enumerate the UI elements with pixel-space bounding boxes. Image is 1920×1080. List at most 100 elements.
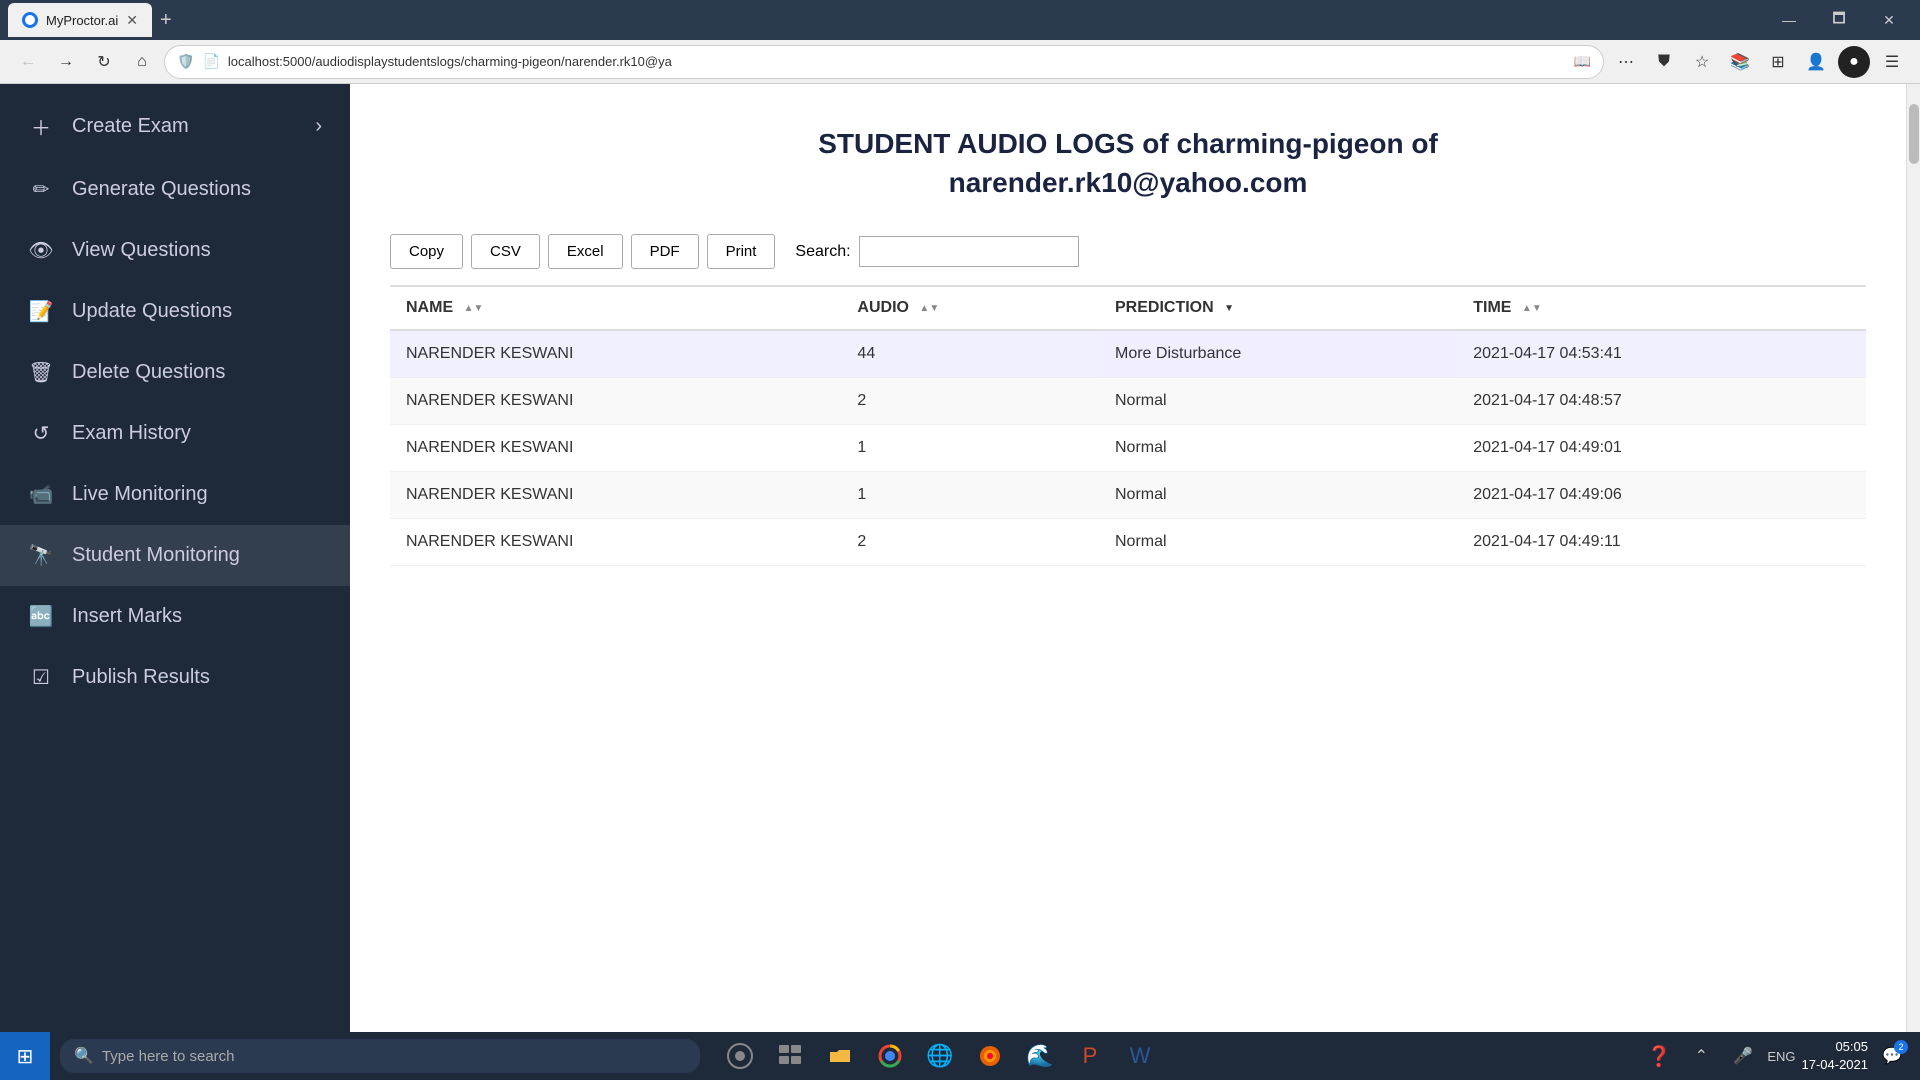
taskbar-notifications-btn[interactable]: 💬 2: [1874, 1038, 1910, 1074]
split-view-icon[interactable]: ⊞: [1762, 46, 1794, 78]
taskbar-chrome-btn[interactable]: [870, 1036, 910, 1076]
sidebar-label-view-questions: View Questions: [72, 239, 211, 262]
sidebar-label-publish-results: Publish Results: [72, 666, 210, 689]
back-btn[interactable]: ←: [12, 46, 44, 78]
maximize-btn[interactable]: 🗖: [1816, 3, 1862, 37]
close-btn[interactable]: ✕: [1866, 3, 1912, 37]
col-header-audio[interactable]: AUDIO ▲▼: [841, 286, 1099, 330]
sidebar-item-update-questions[interactable]: 📝 Update Questions: [0, 281, 350, 342]
sidebar-item-live-monitoring[interactable]: 📹 Live Monitoring: [0, 464, 350, 525]
main-container: ＋ Create Exam › ✏ Generate Questions 👁 V…: [0, 84, 1920, 1032]
menu-btn[interactable]: ☰: [1876, 46, 1908, 78]
cell-time: 2021-04-17 04:48:57: [1457, 378, 1866, 425]
exam-history-icon: ↺: [28, 421, 54, 446]
nav-right-icons: ⋯ ⛊ ☆ 📚 ⊞ 👤 ● ☰: [1610, 46, 1908, 78]
sidebar-label-generate-questions: Generate Questions: [72, 178, 251, 201]
cell-time: 2021-04-17 04:53:41: [1457, 330, 1866, 378]
start-btn[interactable]: ⊞: [0, 1032, 50, 1080]
cell-name: NARENDER KESWANI: [390, 425, 841, 472]
sidebar-item-exam-history[interactable]: ↺ Exam History: [0, 403, 350, 464]
col-header-time[interactable]: TIME ▲▼: [1457, 286, 1866, 330]
taskbar-clock: 05:05: [1802, 1038, 1869, 1056]
tab-bar: MyProctor.ai ✕ + — 🗖 ✕: [0, 0, 1920, 40]
col-header-prediction[interactable]: PREDICTION ▼: [1099, 286, 1457, 330]
cell-prediction: Normal: [1099, 472, 1457, 519]
forward-btn[interactable]: →: [50, 46, 82, 78]
content-area: STUDENT AUDIO LOGS of charming-pigeon of…: [350, 84, 1906, 1032]
sidebar-item-insert-marks[interactable]: 🔤 Insert Marks: [0, 586, 350, 647]
taskbar-cortana-btn[interactable]: [720, 1036, 760, 1076]
nav-bar: ← → ↻ ⌂ 🛡️ 📄 localhost:5000/audiodisplay…: [0, 40, 1920, 84]
name-sort-icon: ▲▼: [464, 303, 484, 314]
insert-marks-icon: 🔤: [28, 604, 54, 629]
collections-icon[interactable]: 📚: [1724, 46, 1756, 78]
scrollbar[interactable]: [1906, 84, 1920, 1032]
tab-close-btn[interactable]: ✕: [126, 12, 138, 29]
window-controls: — 🗖 ✕: [1766, 3, 1912, 37]
taskbar: ⊞ 🔍 Type here to search 🌐 🌊 P W ❓ ⌃ 🎤 EN…: [0, 1032, 1920, 1080]
taskbar-chevron-icon[interactable]: ⌃: [1683, 1038, 1719, 1074]
publish-results-icon: ☑: [28, 665, 54, 690]
sidebar-item-publish-results[interactable]: ☑ Publish Results: [0, 647, 350, 708]
taskbar-edge-btn[interactable]: 🌊: [1020, 1036, 1060, 1076]
view-questions-icon: 👁: [28, 238, 54, 263]
cell-name: NARENDER KESWANI: [390, 330, 841, 378]
refresh-btn[interactable]: ↻: [88, 46, 120, 78]
cell-name: NARENDER KESWANI: [390, 519, 841, 566]
taskbar-files-btn[interactable]: [820, 1036, 860, 1076]
new-tab-btn[interactable]: +: [160, 9, 172, 32]
excel-btn[interactable]: Excel: [548, 234, 623, 269]
scrollbar-thumb[interactable]: [1909, 104, 1919, 164]
page-title: STUDENT AUDIO LOGS of charming-pigeon of…: [390, 124, 1866, 202]
sidebar-label-create-exam: Create Exam: [72, 115, 189, 138]
cell-name: NARENDER KESWANI: [390, 472, 841, 519]
page-title-line1: STUDENT AUDIO LOGS of charming-pigeon of: [818, 128, 1438, 159]
taskbar-mic-icon[interactable]: 🎤: [1725, 1038, 1761, 1074]
taskbar-firefox-btn[interactable]: [970, 1036, 1010, 1076]
csv-btn[interactable]: CSV: [471, 234, 540, 269]
tab-title: MyProctor.ai: [46, 13, 118, 28]
sidebar-item-generate-questions[interactable]: ✏ Generate Questions: [0, 159, 350, 220]
taskbar-task-view-btn[interactable]: [770, 1036, 810, 1076]
cell-prediction: Normal: [1099, 378, 1457, 425]
cell-audio: 2: [841, 378, 1099, 425]
sidebar-label-delete-questions: Delete Questions: [72, 361, 225, 384]
sidebar-item-create-exam[interactable]: ＋ Create Exam ›: [0, 94, 350, 159]
pocket-icon[interactable]: ⛊: [1648, 46, 1680, 78]
taskbar-search-bar[interactable]: 🔍 Type here to search: [60, 1039, 700, 1073]
extensions-icon[interactable]: ●: [1838, 46, 1870, 78]
pdf-btn[interactable]: PDF: [631, 234, 699, 269]
col-header-name[interactable]: NAME ▲▼: [390, 286, 841, 330]
security-icon: 🛡️: [177, 53, 194, 70]
address-bar-container[interactable]: 🛡️ 📄 localhost:5000/audiodisplaystudents…: [164, 45, 1604, 79]
taskbar-help-icon[interactable]: ❓: [1641, 1038, 1677, 1074]
cell-time: 2021-04-17 04:49:01: [1457, 425, 1866, 472]
search-input[interactable]: [859, 236, 1079, 267]
more-options-btn[interactable]: ⋯: [1610, 46, 1642, 78]
bookmark-btn[interactable]: ☆: [1686, 46, 1718, 78]
home-btn[interactable]: ⌂: [126, 46, 158, 78]
minimize-btn[interactable]: —: [1766, 3, 1812, 37]
print-btn[interactable]: Print: [707, 234, 776, 269]
sidebar-label-update-questions: Update Questions: [72, 300, 232, 323]
audio-logs-table: NAME ▲▼ AUDIO ▲▼ PREDICTION ▼ TIME ▲▼: [390, 285, 1866, 566]
sidebar-item-student-monitoring[interactable]: 🔭 Student Monitoring: [0, 525, 350, 586]
taskbar-search-placeholder: Type here to search: [102, 1048, 235, 1065]
sidebar-label-student-monitoring: Student Monitoring: [72, 544, 240, 567]
table-row: NARENDER KESWANI2Normal2021-04-17 04:48:…: [390, 378, 1866, 425]
sidebar-item-delete-questions[interactable]: 🗑 Delete Questions: [0, 342, 350, 403]
cell-audio: 1: [841, 425, 1099, 472]
page-icon: 📄: [202, 53, 219, 70]
generate-questions-icon: ✏: [28, 177, 54, 202]
active-tab[interactable]: MyProctor.ai ✕: [8, 3, 152, 37]
address-url[interactable]: localhost:5000/audiodisplaystudentslogs/…: [228, 54, 1566, 69]
copy-btn[interactable]: Copy: [390, 234, 463, 269]
taskbar-ppt-btn[interactable]: P: [1070, 1036, 1110, 1076]
profile-icon[interactable]: 👤: [1800, 46, 1832, 78]
taskbar-word-btn[interactable]: W: [1120, 1036, 1160, 1076]
table-row: NARENDER KESWANI44More Disturbance2021-0…: [390, 330, 1866, 378]
sidebar: ＋ Create Exam › ✏ Generate Questions 👁 V…: [0, 84, 350, 1032]
taskbar-ie-btn[interactable]: 🌐: [920, 1036, 960, 1076]
sidebar-item-view-questions[interactable]: 👁 View Questions: [0, 220, 350, 281]
taskbar-apps: 🌐 🌊 P W: [720, 1036, 1160, 1076]
